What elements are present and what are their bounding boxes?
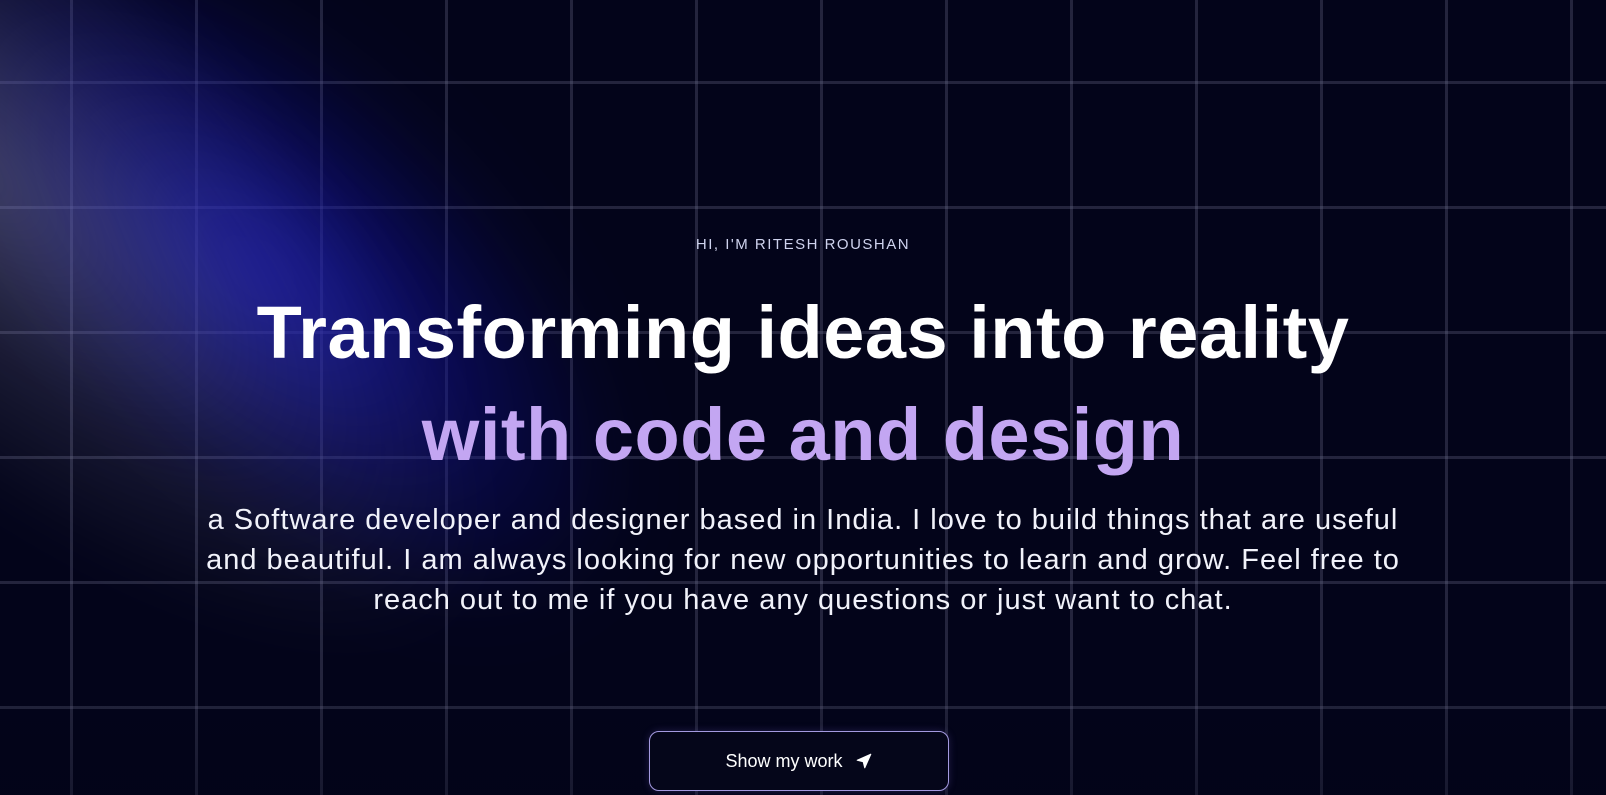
show-my-work-label: Show my work <box>725 750 843 771</box>
send-arrow-icon <box>855 752 873 770</box>
show-my-work-button[interactable]: Show my work <box>649 731 949 791</box>
hero-description: a Software developer and designer based … <box>206 504 1400 616</box>
hero-eyebrow: HI, I'M RITESH ROUSHAN <box>695 236 911 253</box>
hero-section: HI, I'M RITESH ROUSHAN Transforming idea… <box>0 0 1606 795</box>
headline-main: Transforming ideas into reality <box>256 291 1350 374</box>
headline-accent: with code and design <box>421 393 1185 476</box>
hero-headline: Transforming ideas into reality with cod… <box>203 282 1403 486</box>
